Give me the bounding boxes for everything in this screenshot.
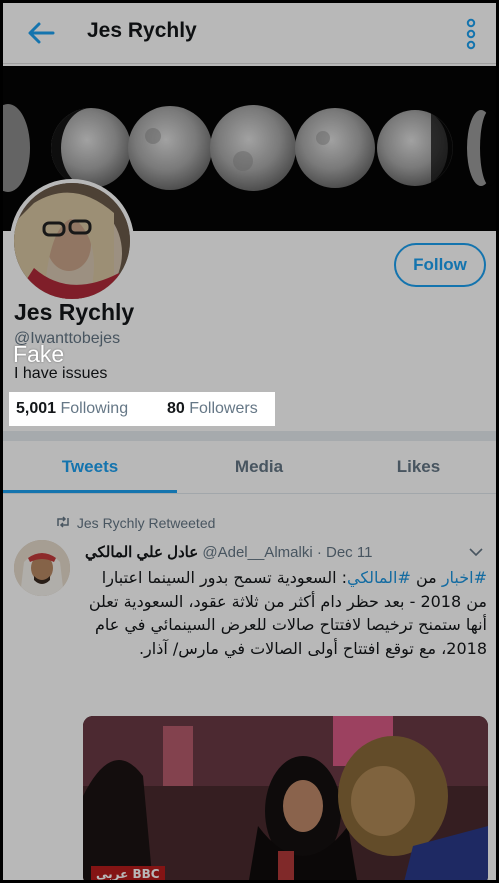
following-stat[interactable]: 5,001 Following: [16, 400, 128, 418]
followers-count: 80: [167, 400, 185, 417]
more-options-button[interactable]: [464, 17, 478, 51]
section-divider: [3, 431, 496, 441]
tab-likes[interactable]: Likes: [341, 441, 496, 493]
retweet-text: Jes Rychly Retweeted: [76, 515, 216, 531]
author-photo: [14, 540, 70, 596]
hashtag-news[interactable]: #اخبار: [442, 568, 487, 587]
tweet-author-avatar[interactable]: [14, 540, 70, 596]
retweet-context: Jes Rychly Retweeted: [55, 515, 215, 531]
tweet-media-image[interactable]: عربي BBC: [83, 716, 488, 880]
tweet-author-handle[interactable]: @Adel__Almalki: [202, 544, 312, 561]
tweet-text-from: من: [415, 568, 437, 587]
following-label: Following: [60, 400, 129, 417]
tweet-separator: ·: [316, 544, 322, 561]
follow-button[interactable]: Follow: [394, 243, 486, 287]
following-count: 5,001: [16, 400, 57, 417]
profile-tabs: Tweets Media Likes: [3, 441, 496, 494]
tab-media[interactable]: Media: [177, 441, 341, 493]
tweet-author-name[interactable]: عادل علي المالكي: [85, 544, 198, 561]
active-tab-indicator: [3, 490, 177, 493]
news-photo: [83, 716, 488, 880]
arrow-left-icon: [28, 22, 55, 44]
profile-stats: 5,001 Following 80 Followers: [9, 392, 275, 426]
page-title: Jes Rychly: [87, 19, 197, 42]
top-bar: Jes Rychly: [3, 3, 496, 64]
back-button[interactable]: [25, 19, 57, 47]
tweet-text: #اخبار من #المالكي: السعودية تسمح بدور ا…: [81, 566, 487, 660]
tweet-header: عادل علي المالكي @Adel__Almalki · Dec 11: [85, 543, 372, 561]
bbc-arabic-logo: عربي BBC: [91, 866, 165, 880]
hashtag-almalki[interactable]: #المالكي: [347, 568, 411, 587]
tweet-date: Dec 11: [326, 544, 373, 561]
app-screen: Jes Rychly Follow Jes Rychly @Iwanttobej…: [3, 3, 496, 880]
tab-tweets[interactable]: Tweets: [3, 441, 177, 493]
avatar-photo: [14, 183, 130, 299]
more-vertical-icon: [466, 18, 476, 50]
fake-annotation: Fake: [13, 341, 65, 367]
profile-name: Jes Rychly: [14, 299, 135, 325]
followers-label: Followers: [189, 400, 258, 417]
profile-avatar[interactable]: [10, 179, 134, 303]
tweet-menu-button[interactable]: [469, 545, 483, 560]
retweet-icon: [55, 516, 73, 531]
chevron-down-icon: [469, 548, 483, 557]
followers-stat[interactable]: 80 Followers: [167, 400, 258, 418]
